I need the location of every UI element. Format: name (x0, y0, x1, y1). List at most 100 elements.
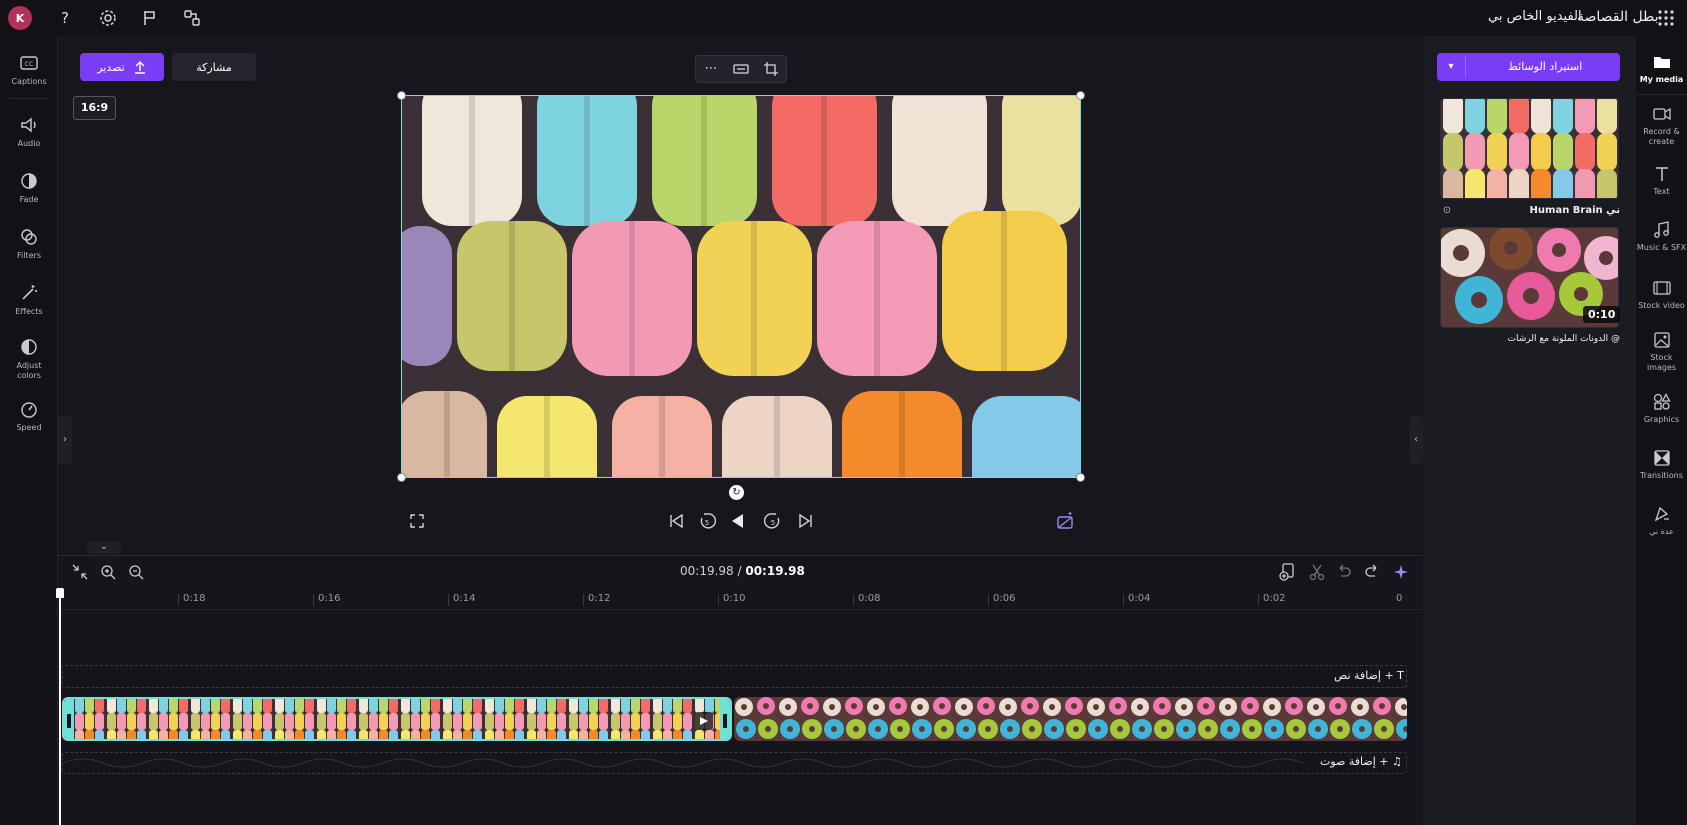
rail-record-create[interactable]: Record & create (1636, 104, 1687, 147)
right-panel-collapse-button[interactable]: ‹ (1409, 416, 1423, 464)
effects-icon (18, 282, 40, 304)
rotate-handle-icon[interactable]: ↻ (729, 485, 744, 500)
avatar[interactable]: K (8, 6, 32, 30)
audio-lane[interactable] (62, 752, 1407, 774)
status-check-icon: ⊙ (1442, 205, 1452, 216)
apps-grid-icon[interactable] (1656, 8, 1676, 28)
video-preview-canvas[interactable] (401, 95, 1081, 478)
rail-stock-images[interactable]: Stock images (1636, 330, 1687, 373)
svg-text:CC: CC (25, 61, 33, 68)
left-tool-rail: CC Captions Audio Fade Filters Effects A… (0, 36, 58, 825)
add-text-button[interactable]: إضافة نص + T (1334, 669, 1404, 682)
ruler-tick-label: 0:06 (993, 593, 1016, 604)
add-to-timeline-icon[interactable] (1277, 562, 1297, 582)
undo-icon[interactable] (1334, 562, 1354, 582)
resize-handle-bottom-left[interactable] (397, 473, 406, 482)
project-title[interactable]: بطل القصاصة (1577, 9, 1658, 25)
rail-music-sfx[interactable]: Music & SFX (1636, 220, 1687, 253)
total-time: 00:19.98 (680, 564, 734, 578)
svg-text:5: 5 (705, 519, 709, 527)
rail-stock-video[interactable]: Stock video (1636, 278, 1687, 311)
export-button[interactable]: تصدير (80, 53, 164, 81)
text-lane[interactable] (62, 665, 1407, 688)
skip-to-start-icon[interactable] (665, 510, 687, 532)
fit-icon[interactable] (732, 60, 750, 78)
rail-brand-kit[interactable]: عدة ني (1636, 504, 1687, 537)
zoom-in-icon[interactable] (98, 562, 118, 582)
rail-label: Fade (19, 195, 39, 204)
rail-label: Speed (16, 423, 42, 432)
ruler-tick-label: 0:16 (318, 593, 341, 604)
magic-edit-icon[interactable] (1054, 510, 1076, 532)
audio-lane-icon: ♫ (1392, 755, 1402, 768)
ruler-tick-label: 0:02 (1263, 593, 1286, 604)
export-label: تصدير (97, 60, 125, 74)
import-media-label[interactable]: استيراد الوسائط (1470, 53, 1620, 81)
video-clip-donuts[interactable] (734, 697, 1407, 741)
rail-label: Stock video (1638, 301, 1685, 310)
zoom-out-icon[interactable] (126, 562, 146, 582)
rail-adjust-colors[interactable]: Adjust colors (0, 336, 58, 381)
upload-icon (133, 60, 147, 74)
rail-divider (10, 98, 48, 99)
resize-handle-top-left[interactable] (397, 91, 406, 100)
rail-label: Music & SFX (1636, 243, 1687, 252)
aspect-ratio-button[interactable]: 16:9 (73, 96, 116, 120)
rail-transitions[interactable]: Transitions (1636, 448, 1687, 481)
rewind-5-icon[interactable]: 5 (696, 510, 718, 532)
redo-icon[interactable] (1362, 562, 1382, 582)
forward-5-icon[interactable]: 5 (762, 510, 784, 532)
media-thumbnail-macarons[interactable] (1440, 98, 1619, 199)
ruler-tick-label: 0:08 (858, 593, 881, 604)
text-icon (1652, 164, 1672, 184)
import-dropdown-chevron-icon[interactable]: ▾ (1437, 53, 1465, 81)
media-caption: الدونات الملونة مع الرشات @ (1507, 334, 1620, 344)
ruler-tick-label: 0:18 (183, 593, 206, 604)
rail-graphics[interactable]: Graphics (1636, 392, 1687, 425)
rail-my-media[interactable]: My media (1636, 52, 1687, 85)
fit-timeline-icon[interactable] (70, 562, 90, 582)
add-audio-button[interactable]: إضافة صوت + ♫ (1320, 755, 1402, 768)
skip-to-end-icon[interactable] (795, 510, 817, 532)
ruler-tick (583, 594, 584, 606)
video-clip-macarons[interactable] (62, 697, 732, 741)
fullscreen-icon[interactable] (406, 510, 428, 532)
rail-divider (1636, 94, 1687, 95)
rail-text[interactable]: Text (1636, 164, 1687, 197)
resize-handle-bottom-right[interactable] (1076, 473, 1085, 482)
timeline-ruler[interactable]: 0 0:02 0:04 0:06 0:08 0:10 0:12 0:14 0:1… (58, 588, 1423, 610)
adjust-colors-icon (18, 336, 40, 358)
speed-icon (18, 398, 40, 420)
rail-captions[interactable]: CC Captions (0, 52, 58, 87)
text-lane-icon: T (1397, 669, 1404, 682)
playhead[interactable] (59, 592, 61, 825)
timeline-collapse-button[interactable]: ⌄ (87, 541, 121, 554)
play-icon[interactable] (727, 510, 749, 532)
help-icon[interactable]: ? (55, 8, 75, 28)
shapes-icon (1652, 392, 1672, 412)
rail-speed[interactable]: Speed (0, 398, 58, 433)
rail-audio[interactable]: Audio (0, 114, 58, 149)
rail-label: My media (1639, 75, 1684, 84)
rail-filters[interactable]: Filters (0, 226, 58, 261)
left-panel-collapse-button[interactable]: › (58, 416, 72, 464)
more-options-icon[interactable]: ⋯ (702, 60, 720, 78)
share-link-icon[interactable] (182, 8, 202, 28)
svg-text:5: 5 (771, 519, 775, 527)
ruler-tick-label: 0:12 (588, 593, 611, 604)
brand-icon (1652, 504, 1672, 524)
video-name[interactable]: الفيديو الخاص بي (1488, 9, 1582, 24)
rail-fade[interactable]: Fade (0, 170, 58, 205)
ai-sparkle-icon[interactable] (1391, 562, 1411, 582)
split-scissors-icon[interactable] (1307, 562, 1327, 582)
ruler-tick (313, 594, 314, 606)
share-button[interactable]: مشاركة (172, 53, 256, 81)
rail-effects[interactable]: Effects (0, 282, 58, 317)
feedback-flag-icon[interactable] (140, 8, 160, 28)
settings-gear-icon[interactable] (98, 8, 118, 28)
rail-label: Text (1653, 187, 1670, 196)
ruler-tick-label: 0:10 (723, 593, 746, 604)
playhead-handle[interactable] (56, 588, 64, 598)
crop-icon[interactable] (762, 60, 780, 78)
resize-handle-top-right[interactable] (1076, 91, 1085, 100)
